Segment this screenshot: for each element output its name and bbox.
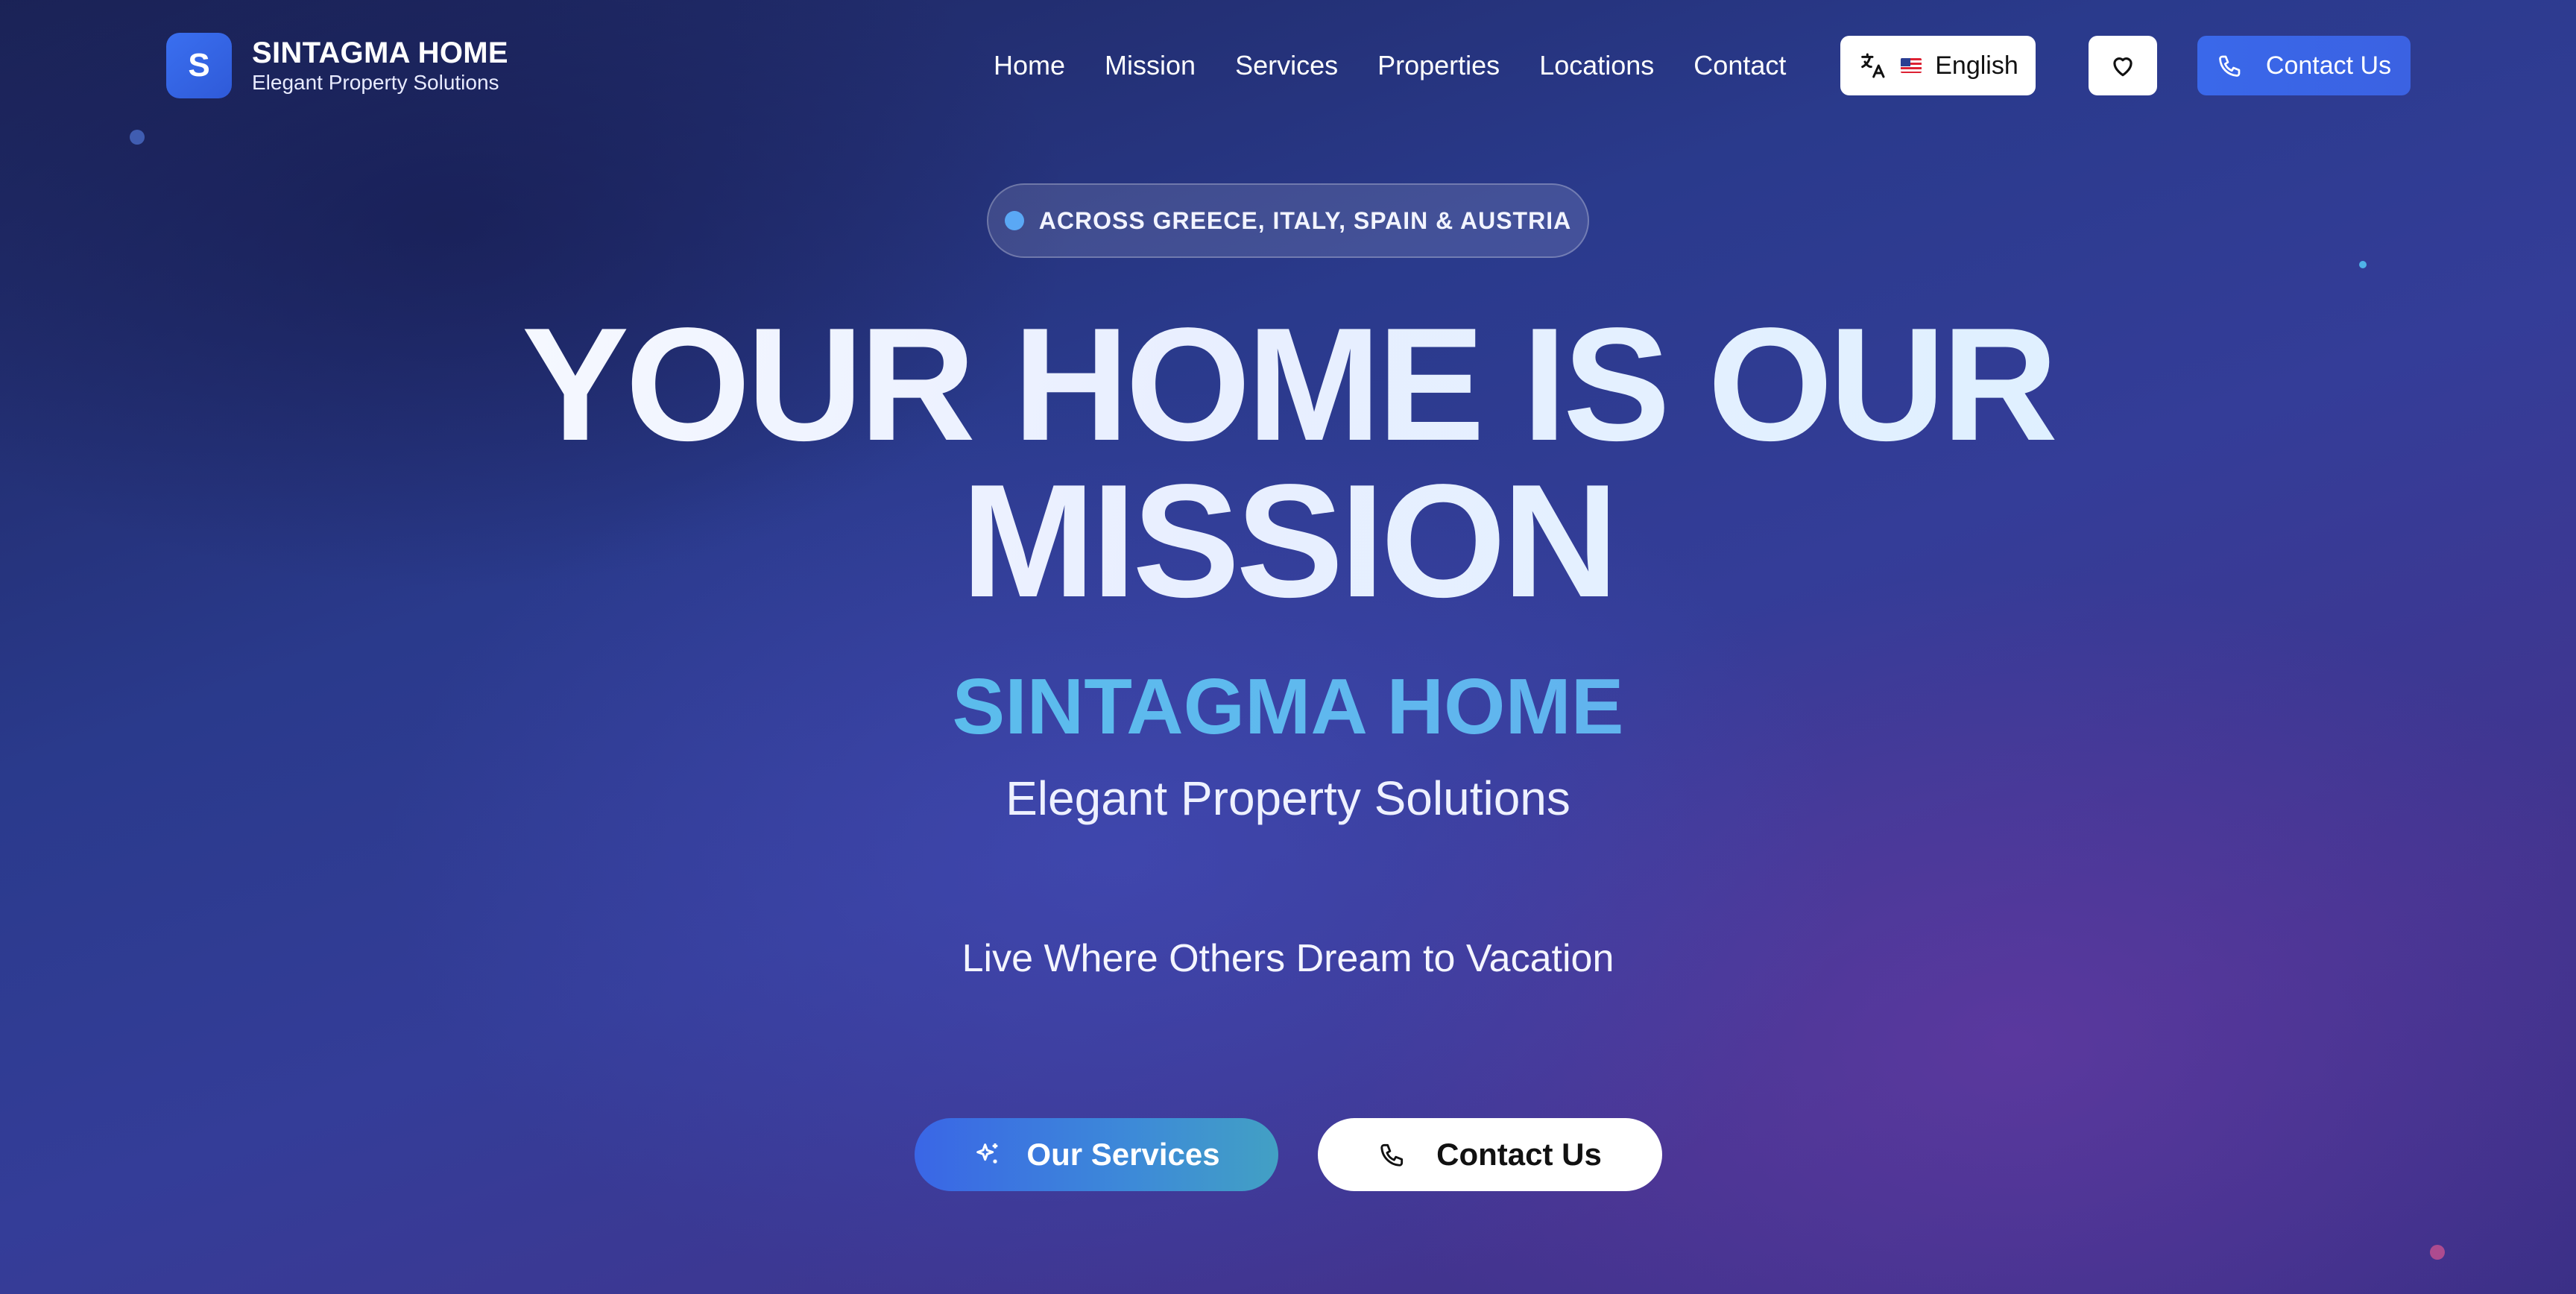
- site-header: S SINTAGMA HOME Elegant Property Solutio…: [0, 0, 2576, 131]
- hero-brand: SINTAGMA HOME: [0, 662, 2576, 752]
- language-label: English: [1935, 51, 2018, 80]
- hero-contact-label: Contact Us: [1436, 1137, 1602, 1172]
- phone-icon: [2217, 52, 2244, 79]
- language-selector[interactable]: English: [1840, 36, 2036, 95]
- sparkles-icon: [973, 1140, 1003, 1170]
- header-contact-label: Contact Us: [2265, 51, 2392, 80]
- translate-icon: [1857, 51, 1887, 81]
- our-services-button[interactable]: Our Services: [915, 1118, 1278, 1191]
- nav-link-mission[interactable]: Mission: [1105, 50, 1196, 81]
- nav-link-contact[interactable]: Contact: [1693, 50, 1786, 81]
- logo-mark: S: [166, 33, 232, 98]
- header-contact-button[interactable]: Contact Us: [2197, 36, 2411, 95]
- us-flag-icon: [1901, 58, 1922, 73]
- logo-text: SINTAGMA HOME Elegant Property Solutions: [252, 38, 508, 93]
- badge-text: ACROSS GREECE, ITALY, SPAIN & AUSTRIA: [1038, 206, 1572, 234]
- hero-slogan: Live Where Others Dream to Vacation: [962, 937, 1614, 980]
- hero-contact-button[interactable]: Contact Us: [1318, 1118, 1662, 1191]
- main-nav: Home Mission Services Properties Locatio…: [994, 46, 1786, 85]
- logo-subtitle: Elegant Property Solutions: [252, 71, 499, 94]
- phone-icon: [1378, 1140, 1407, 1169]
- heart-icon: [2109, 51, 2137, 80]
- logo-title: SINTAGMA HOME: [252, 37, 508, 69]
- our-services-label: Our Services: [1026, 1137, 1220, 1172]
- favorites-button[interactable]: [2089, 36, 2157, 95]
- decorative-dot: [130, 130, 145, 145]
- headline-line-2: MISSION: [961, 450, 1615, 631]
- nav-link-services[interactable]: Services: [1235, 50, 1338, 81]
- hero-tagline: Elegant Property Solutions: [1006, 771, 1570, 825]
- nav-link-locations[interactable]: Locations: [1539, 50, 1654, 81]
- decorative-dot: [2430, 1245, 2445, 1260]
- hero-headline: YOUR HOME IS OUR MISSION: [0, 306, 2576, 619]
- nav-link-home[interactable]: Home: [994, 50, 1065, 81]
- badge-dot-icon: [1004, 211, 1024, 230]
- locations-badge: ACROSS GREECE, ITALY, SPAIN & AUSTRIA: [987, 183, 1589, 258]
- nav-link-properties[interactable]: Properties: [1377, 50, 1500, 81]
- decorative-dot: [2359, 261, 2367, 268]
- headline-line-1: YOUR HOME IS OUR: [521, 294, 2055, 474]
- logo[interactable]: S SINTAGMA HOME Elegant Property Solutio…: [166, 33, 508, 98]
